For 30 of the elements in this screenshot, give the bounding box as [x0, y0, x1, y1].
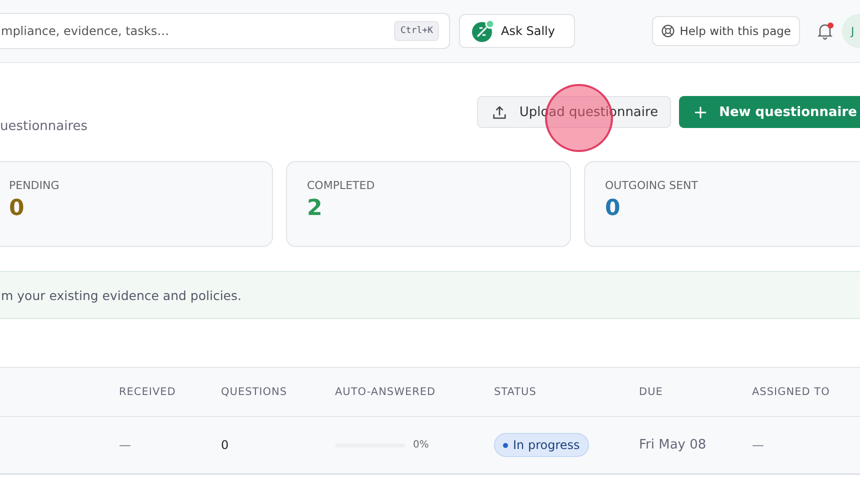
- progress-reading: 0%: [413, 440, 429, 450]
- table-cell: —: [119, 438, 131, 452]
- stat-value: 2: [307, 196, 322, 221]
- column-header: DUE: [639, 386, 663, 398]
- stat-value: 0: [9, 196, 24, 221]
- column-header: AUTO-ANSWERED: [335, 386, 436, 398]
- shortcut-hint: Ctrl+K: [394, 21, 439, 41]
- new-questionnaire-button[interactable]: New questionnaire: [679, 96, 860, 128]
- column-header: RECEIVED: [119, 386, 176, 398]
- banner-text: m your existing evidence and policies.: [1, 288, 242, 302]
- help-button[interactable]: Help with this page: [652, 16, 800, 46]
- ask-assistant-button[interactable]: Ask Sally: [459, 14, 575, 48]
- page-subtitle: uestionnaires: [0, 119, 88, 134]
- column-header: STATUS: [494, 386, 536, 398]
- column-header: ASSIGNED TO: [752, 386, 830, 398]
- stat-label: COMPLETED: [307, 179, 375, 192]
- stat-label: OUTGOING SENT: [605, 179, 698, 192]
- lifebuoy-icon: [660, 24, 675, 38]
- status-badge: In progress: [494, 433, 589, 457]
- wand-icon: [471, 19, 495, 43]
- column-header: QUESTIONS: [221, 386, 288, 398]
- table-cell: 0: [221, 438, 229, 452]
- table-cell: —: [752, 438, 764, 452]
- bell-icon[interactable]: [816, 22, 834, 40]
- plus-icon: [694, 106, 708, 118]
- user-avatar[interactable]: J: [842, 14, 860, 48]
- upload-icon: [492, 104, 508, 120]
- table-cell: Fri May 08: [639, 438, 706, 452]
- stat-label: PENDING: [9, 179, 60, 192]
- stat-value: 0: [605, 196, 620, 221]
